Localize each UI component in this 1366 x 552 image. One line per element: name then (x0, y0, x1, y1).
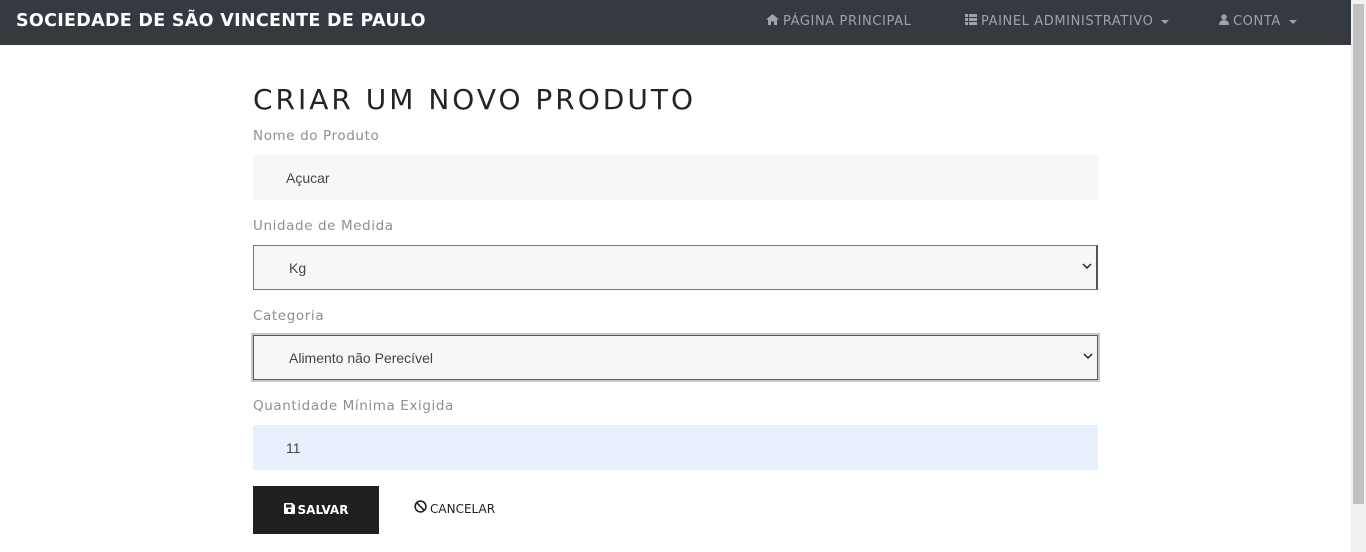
save-button[interactable]: SALVAR (253, 486, 379, 534)
nav-home-label: PÁGINA PRINCIPAL (783, 14, 912, 29)
save-button-label: SALVAR (297, 503, 349, 517)
page-title: CRIAR UM NOVO PRODUTO (253, 83, 696, 116)
chevron-down-icon (1161, 20, 1170, 24)
min-quantity-input[interactable] (253, 425, 1098, 470)
nav-admin-dropdown[interactable]: PAINEL ADMINISTRATIVO (965, 14, 1170, 29)
unit-selected-value: Kg (289, 259, 307, 276)
chevron-down-icon (1082, 260, 1092, 275)
nav-home-link[interactable]: PÁGINA PRINCIPAL (766, 14, 911, 29)
category-select[interactable]: Alimento não Perecível (253, 335, 1098, 380)
scrollbar-thumb[interactable] (1353, 4, 1364, 504)
category-selected-value: Alimento não Perecível (289, 349, 433, 366)
floppy-disk-icon (283, 503, 295, 517)
user-icon (1219, 14, 1229, 29)
chevron-down-icon (1083, 350, 1093, 365)
unit-label: Unidade de Medida (253, 218, 394, 234)
category-label: Categoria (253, 308, 325, 324)
top-navbar: SOCIEDADE DE SÃO VINCENTE DE PAULO PÁGIN… (0, 0, 1351, 45)
product-name-input[interactable] (253, 155, 1098, 200)
product-name-label: Nome do Produto (253, 128, 380, 144)
page-scrollbar[interactable] (1351, 0, 1366, 552)
unit-select[interactable]: Kg (253, 245, 1098, 290)
brand-title[interactable]: SOCIEDADE DE SÃO VINCENTE DE PAULO (16, 11, 426, 31)
min-quantity-label: Quantidade Mínima Exigida (253, 398, 454, 414)
nav-account-label: CONTA (1233, 14, 1281, 29)
ban-icon (414, 500, 427, 517)
nav-admin-label: PAINEL ADMINISTRATIVO (981, 14, 1154, 29)
list-icon (965, 14, 977, 29)
nav-account-dropdown[interactable]: CONTA (1219, 14, 1297, 29)
cancel-button-label: CANCELAR (430, 501, 496, 516)
home-icon (766, 14, 779, 29)
cancel-button[interactable]: CANCELAR (414, 500, 495, 517)
chevron-down-icon (1288, 20, 1297, 24)
